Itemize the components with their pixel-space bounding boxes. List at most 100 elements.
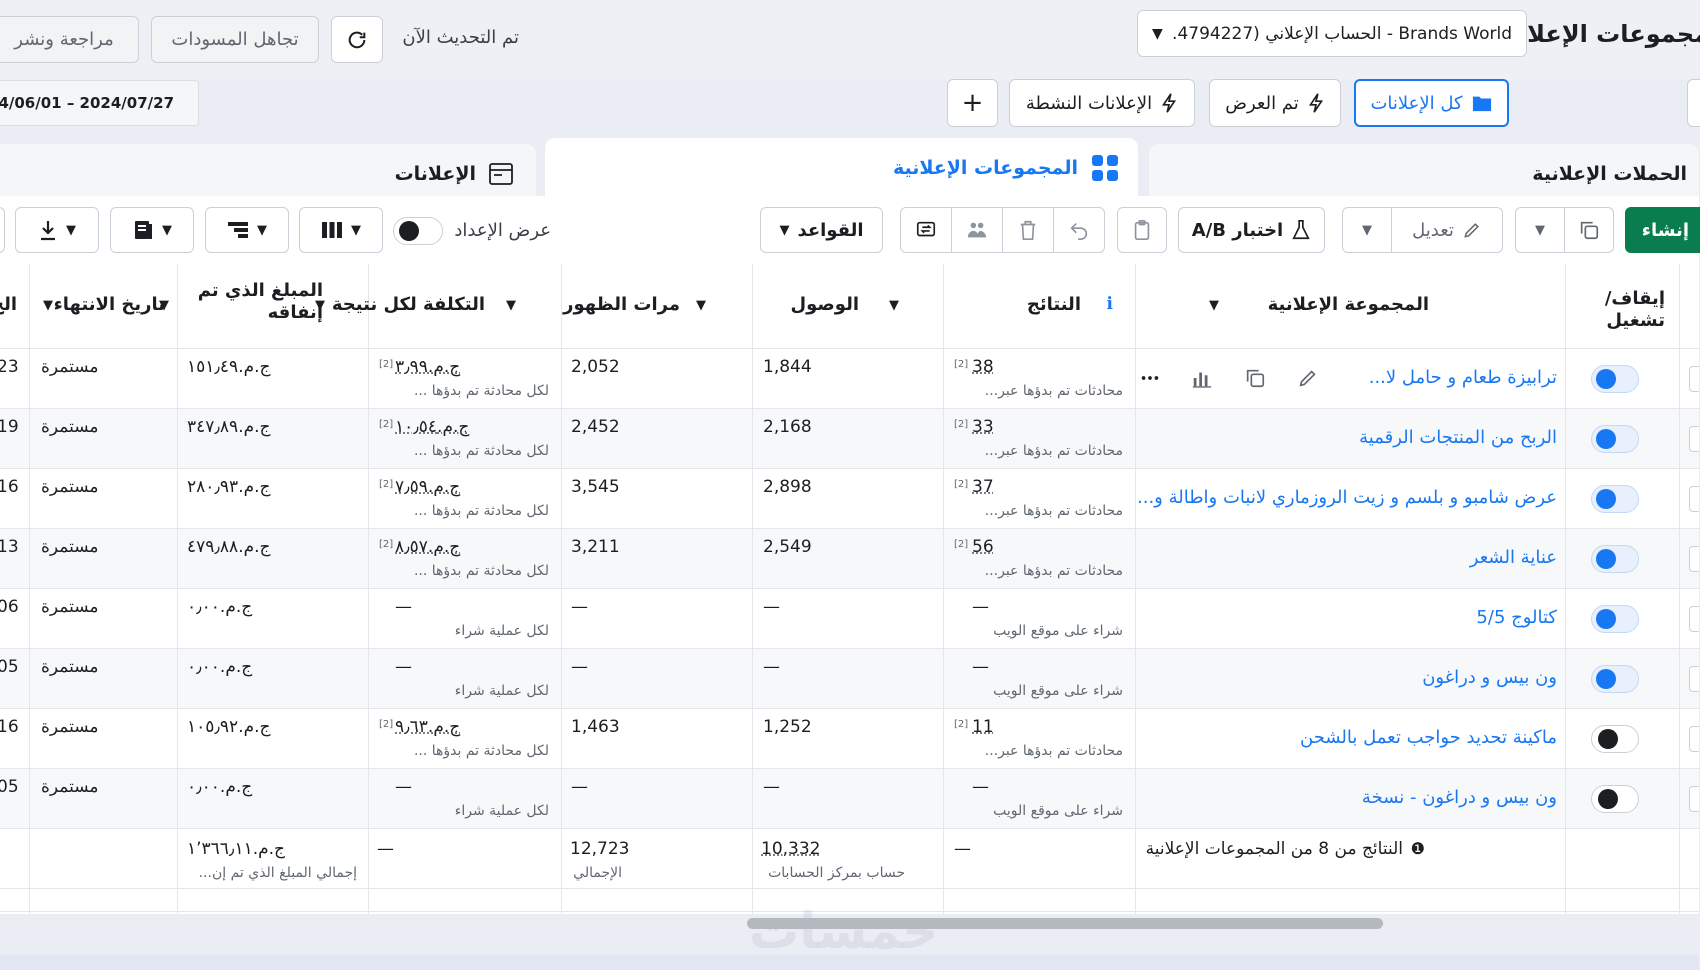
tab-adsets[interactable]: المجموعات الإعلانية bbox=[546, 138, 1139, 198]
column-header-end_date[interactable]: تاريخ الانتهاء bbox=[55, 294, 166, 316]
column-header-cost_per_result[interactable]: التكلفة لكل نتيجة bbox=[333, 294, 486, 316]
adset-name-link[interactable]: ون بيس و دراغون - نسخة bbox=[1363, 787, 1558, 808]
edit-dropdown[interactable]: ▼ bbox=[1343, 207, 1393, 253]
column-header-adset[interactable]: المجموعة الإعلانية bbox=[1269, 294, 1430, 316]
adset-status-toggle[interactable] bbox=[1592, 665, 1640, 693]
row-divider bbox=[0, 648, 1700, 649]
end-date-value: مستمرة bbox=[42, 657, 100, 677]
reports-button[interactable]: ▼ bbox=[111, 207, 195, 253]
column-header-amount_spent[interactable]: المبلغ الذي تم إنفاقه bbox=[174, 280, 324, 324]
create-button[interactable]: إنشاء bbox=[1626, 207, 1700, 253]
duplicate-button[interactable] bbox=[1565, 207, 1615, 253]
adset-status-toggle[interactable] bbox=[1592, 545, 1640, 573]
adset-status-toggle[interactable] bbox=[1592, 725, 1640, 753]
cost-per-result-value[interactable]: ج.م.٣٫٩٩ bbox=[396, 357, 461, 377]
adset-name-link[interactable]: ترابيزة طعام و حامل لا... bbox=[1370, 367, 1558, 388]
pencil-icon[interactable] bbox=[1298, 367, 1320, 393]
row-checkbox[interactable] bbox=[1690, 486, 1700, 512]
filter-edge-button[interactable] bbox=[1688, 79, 1700, 127]
add-filter-button[interactable]: + bbox=[948, 79, 999, 127]
delete-button[interactable] bbox=[1003, 207, 1055, 253]
review-publish-button[interactable]: مراجعة ونشر bbox=[0, 16, 140, 63]
adset-name-link[interactable]: ماكينة تحديد حواجب تعمل بالشحن bbox=[1301, 727, 1558, 748]
edit-button[interactable]: تعديل bbox=[1392, 207, 1504, 253]
cost-per-result-type: لكل عملية شراء bbox=[455, 623, 550, 639]
sort-caret-icon[interactable]: ▼ bbox=[697, 298, 707, 313]
column-header-toggle[interactable]: إيقاف/ تشغيل bbox=[1586, 288, 1666, 332]
cost-per-result-value[interactable]: ج.م.٧٫٥٩ bbox=[396, 477, 461, 497]
refresh-button[interactable] bbox=[332, 16, 384, 63]
account-selector[interactable]: Brands World - الحساب الإعلاني (4794227.… bbox=[1138, 10, 1528, 57]
filter-active-ads[interactable]: الإعلانات النشطة bbox=[1010, 79, 1196, 127]
adset-status-toggle[interactable] bbox=[1592, 365, 1640, 393]
results-value[interactable]: 38 bbox=[973, 357, 995, 377]
adset-name-link[interactable]: عناية الشعر bbox=[1471, 547, 1558, 568]
adset-status-toggle[interactable] bbox=[1592, 605, 1640, 633]
cost-per-result-value[interactable]: ج.م.١٠٫٥٤ bbox=[396, 417, 470, 437]
toolbar-edge-button[interactable] bbox=[0, 207, 6, 253]
column-header-results[interactable]: النتائج bbox=[1028, 294, 1082, 316]
swap-button[interactable] bbox=[901, 207, 953, 253]
results-value[interactable]: — bbox=[973, 777, 990, 797]
more-icon[interactable] bbox=[1140, 367, 1162, 393]
export-button[interactable]: ▼ bbox=[16, 207, 100, 253]
toggle-knob bbox=[1597, 549, 1617, 569]
discard-drafts-button[interactable]: تجاهل المسودات bbox=[152, 16, 320, 63]
undo-button[interactable] bbox=[1054, 207, 1106, 253]
sort-caret-icon[interactable]: ▼ bbox=[44, 298, 54, 313]
cost-per-result-value[interactable]: ج.م.٩٫٦٣ bbox=[396, 717, 461, 737]
breakdown-button[interactable]: ▼ bbox=[206, 207, 290, 253]
results-value[interactable]: 37 bbox=[973, 477, 995, 497]
results-value[interactable]: — bbox=[973, 597, 990, 617]
adset-status-toggle[interactable] bbox=[1592, 485, 1640, 513]
results-value[interactable]: — bbox=[973, 657, 990, 677]
totals-reach[interactable]: 10,332 bbox=[762, 839, 821, 859]
info-icon[interactable]: ❶ bbox=[1412, 839, 1426, 858]
ab-test-button[interactable]: اختبار A/B bbox=[1179, 207, 1326, 253]
sort-caret-icon[interactable]: ▼ bbox=[1210, 298, 1220, 313]
row-checkbox[interactable] bbox=[1690, 606, 1700, 632]
row-checkbox[interactable] bbox=[1690, 546, 1700, 572]
adset-name-link[interactable]: عرض شامبو و بلسم و زيت الروزماري لانبات … bbox=[1138, 487, 1558, 508]
info-bracket-icon: [2] bbox=[380, 479, 395, 490]
filter-all-ads[interactable]: كل الإعلانات bbox=[1355, 79, 1510, 127]
date-range-picker[interactable]: 2024/07/27 – 2024/06/01 bbox=[0, 80, 200, 126]
duplicate-dropdown[interactable]: ▼ bbox=[1516, 207, 1566, 253]
row-checkbox[interactable] bbox=[1690, 426, 1700, 452]
results-value[interactable]: 11 bbox=[973, 717, 995, 737]
cost-per-result-value[interactable]: — bbox=[396, 597, 413, 617]
row-checkbox[interactable] bbox=[1690, 786, 1700, 812]
sort-caret-icon[interactable]: ▼ bbox=[507, 298, 517, 313]
clipboard-button[interactable] bbox=[1118, 207, 1168, 253]
totals-reach-sub: حساب بمركز الحسابات bbox=[769, 865, 906, 881]
row-checkbox[interactable] bbox=[1690, 726, 1700, 752]
row-checkbox[interactable] bbox=[1690, 666, 1700, 692]
adset-name-link[interactable]: كتالوج 5/5 bbox=[1477, 607, 1558, 628]
sort-caret-icon[interactable]: ▼ bbox=[890, 298, 900, 313]
cost-per-result-value[interactable]: — bbox=[396, 657, 413, 677]
adset-name-link[interactable]: ون بيس و دراغون bbox=[1423, 667, 1558, 688]
audience-button[interactable] bbox=[952, 207, 1004, 253]
info-icon[interactable]: ℹ bbox=[1108, 294, 1114, 314]
columns-button[interactable]: ▼ bbox=[300, 207, 384, 253]
duplicate-icon[interactable] bbox=[1245, 367, 1267, 393]
adset-status-toggle[interactable] bbox=[1592, 785, 1640, 813]
cost-per-result-value[interactable]: — bbox=[396, 777, 413, 797]
tab-ads[interactable]: الإعلانات bbox=[0, 144, 537, 204]
column-header-budget_partial[interactable]: الج bbox=[0, 294, 18, 316]
column-header-reach[interactable]: الوصول bbox=[791, 294, 860, 316]
tab-campaigns[interactable]: الحملات الإعلانية bbox=[1150, 144, 1700, 204]
results-value[interactable]: 33 bbox=[973, 417, 995, 437]
cost-per-result-value[interactable]: ج.م.٨٫٥٧ bbox=[396, 537, 461, 557]
adset-status-toggle[interactable] bbox=[1592, 425, 1640, 453]
column-header-impressions[interactable]: مرات الظهور bbox=[564, 294, 681, 316]
adset-name-link[interactable]: الربح من المنتجات الرقمية bbox=[1360, 427, 1558, 448]
results-value[interactable]: 56 bbox=[973, 537, 995, 557]
chart-icon[interactable] bbox=[1192, 367, 1214, 393]
update-status: تم التحديث الآن bbox=[403, 27, 520, 48]
rules-button[interactable]: القواعد ▼ bbox=[761, 207, 884, 253]
table-row[interactable] bbox=[0, 589, 1700, 649]
view-setup-toggle[interactable] bbox=[394, 217, 444, 245]
filter-shown[interactable]: تم العرض bbox=[1210, 79, 1342, 127]
row-checkbox[interactable] bbox=[1690, 366, 1700, 392]
